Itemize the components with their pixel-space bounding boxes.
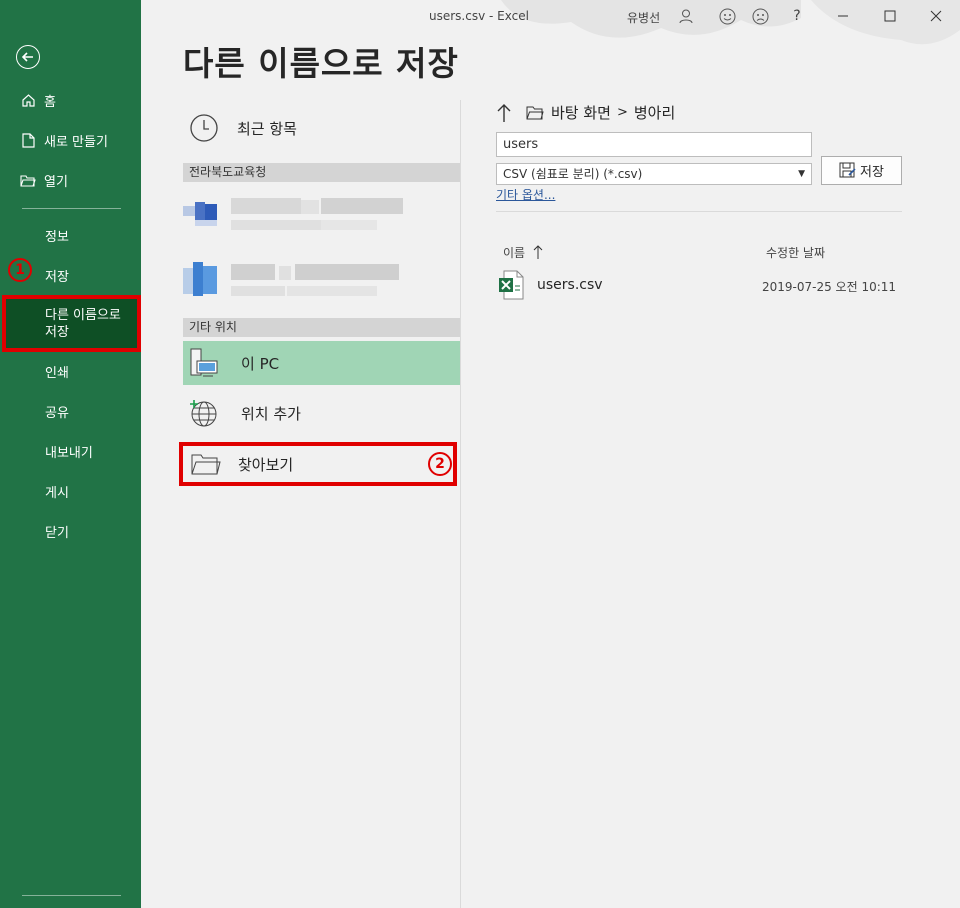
group-header-other: 기타 위치 <box>183 318 460 337</box>
nav-home-label: 홈 <box>44 94 56 110</box>
nav-open[interactable]: 열기 <box>0 160 141 200</box>
location-browse[interactable]: 찾아보기 <box>179 442 457 486</box>
nav-info[interactable]: 정보 <box>0 215 141 255</box>
sharepoint-icon-blurred <box>183 262 399 296</box>
nav-export[interactable]: 내보내기 <box>0 431 141 471</box>
column-header-modified[interactable]: 수정한 날짜 <box>766 244 825 261</box>
file-name: users.csv <box>537 277 603 293</box>
title-bar: users.csv - Excel 유병선 ? <box>141 0 960 45</box>
nav-save-as-line1: 다른 이름으로 <box>45 307 121 323</box>
save-button-label: 저장 <box>860 165 884 180</box>
location-add-place-label: 위치 추가 <box>241 404 301 423</box>
nav-info-label: 정보 <box>45 229 69 245</box>
file-row[interactable]: users.csv 2019-07-25 오전 10:11 <box>496 268 902 304</box>
org-location-2[interactable] <box>183 256 460 304</box>
column-header-name-label: 이름 <box>503 246 526 260</box>
maximize-icon[interactable] <box>879 5 901 27</box>
nav-close[interactable]: 닫기 <box>0 511 141 551</box>
filetype-select[interactable]: CSV (쉼표로 분리) (*.csv) ▼ <box>496 163 812 185</box>
breadcrumb-separator: > <box>616 105 628 120</box>
filetype-value: CSV (쉼표로 분리) (*.csv) <box>503 167 643 181</box>
nav-home[interactable]: 홈 <box>0 80 141 120</box>
nav-publish[interactable]: 게시 <box>0 471 141 511</box>
computer-icon <box>189 347 219 379</box>
nav-print[interactable]: 인쇄 <box>0 351 141 391</box>
nav-publish-label: 게시 <box>45 485 69 501</box>
chevron-down-icon: ▼ <box>798 169 805 179</box>
sort-up-arrow-icon <box>533 244 543 263</box>
more-options-link[interactable]: 기타 옵션... <box>496 186 555 203</box>
folder-icon <box>190 452 222 476</box>
org-location-1[interactable] <box>183 192 460 240</box>
save-button[interactable]: 저장 <box>821 156 902 185</box>
nav-share[interactable]: 공유 <box>0 391 141 431</box>
nav-save-as-line2: 저장 <box>45 324 69 340</box>
nav-save-label: 저장 <box>45 269 69 285</box>
up-arrow-icon[interactable] <box>496 103 512 123</box>
nav-close-label: 닫기 <box>45 525 69 541</box>
location-add-place[interactable]: 위치 추가 <box>183 392 460 434</box>
nav-save-as[interactable]: 다른 이름으로 저장 <box>2 295 141 352</box>
minimize-icon[interactable] <box>832 5 854 27</box>
path-breadcrumb: 바탕 화면 > 병아리 <box>496 102 675 123</box>
nav-export-label: 내보내기 <box>45 445 93 461</box>
location-recent-label: 최근 항목 <box>237 119 297 138</box>
clock-icon <box>189 113 219 143</box>
filename-input[interactable]: users <box>496 132 812 157</box>
help-button[interactable]: ? <box>786 5 808 27</box>
column-header-name[interactable]: 이름 <box>503 244 543 263</box>
nav-open-label: 열기 <box>44 174 68 190</box>
arrow-left-icon <box>21 52 33 62</box>
nav-separator <box>22 208 121 209</box>
nav-bottom-separator <box>22 895 121 896</box>
group-header-org: 전라북도교육청 <box>183 163 460 182</box>
breadcrumb-part-1[interactable]: 바탕 화면 <box>551 102 611 123</box>
frown-icon[interactable] <box>749 5 771 27</box>
save-disk-icon <box>839 162 856 179</box>
user-name[interactable]: 유병선 <box>627 9 660 26</box>
backstage-nav: 홈 새로 만들기 열기 정보 저장 다른 이름으로 저장 인쇄 공유 내보내기 … <box>0 0 141 908</box>
onedrive-icon-blurred <box>183 198 403 230</box>
nav-print-label: 인쇄 <box>45 365 69 381</box>
nav-share-label: 공유 <box>45 405 69 421</box>
globe-add-icon <box>189 398 219 428</box>
back-button[interactable] <box>16 45 40 69</box>
close-window-icon[interactable] <box>925 5 947 27</box>
excel-csv-file-icon <box>498 270 524 300</box>
nav-new[interactable]: 새로 만들기 <box>0 120 141 160</box>
location-recent[interactable]: 최근 항목 <box>183 108 460 148</box>
column-divider <box>460 100 461 908</box>
breadcrumb-part-2[interactable]: 병아리 <box>634 102 675 123</box>
location-browse-label: 찾아보기 <box>238 455 294 474</box>
open-folder-icon <box>20 172 36 188</box>
nav-new-label: 새로 만들기 <box>44 134 108 150</box>
window-title: users.csv - Excel <box>429 9 529 23</box>
location-this-pc-label: 이 PC <box>241 354 280 373</box>
smile-icon[interactable] <box>716 5 738 27</box>
file-modified-date: 2019-07-25 오전 10:11 <box>762 280 897 294</box>
annotation-badge-1: 1 <box>8 258 32 282</box>
panel-separator <box>496 211 902 212</box>
annotation-badge-2: 2 <box>428 452 452 476</box>
location-this-pc[interactable]: 이 PC <box>183 341 460 385</box>
account-icon[interactable] <box>675 5 697 27</box>
page-title: 다른 이름으로 저장 <box>183 44 459 83</box>
home-icon <box>20 92 36 108</box>
breadcrumb-folder-icon <box>526 105 544 120</box>
new-document-icon <box>20 132 36 148</box>
nav-save-as-label: 다른 이름으로 저장 <box>45 307 121 341</box>
